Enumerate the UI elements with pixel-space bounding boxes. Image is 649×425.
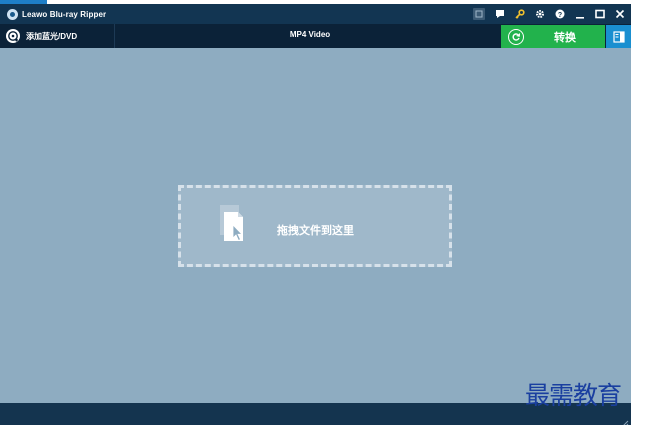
convert-label: 转换: [554, 31, 576, 44]
convert-refresh-icon: [508, 28, 524, 45]
app-window: Leawo Blu-ray Ripper ? 添加蓝光/DVD MP4 Vide…: [0, 4, 631, 425]
resize-grip-icon[interactable]: [621, 415, 629, 425]
toolbar-divider: [114, 24, 115, 48]
svg-text:?: ?: [557, 12, 561, 19]
maximize-icon[interactable]: [594, 9, 605, 20]
drag-file-icon: [220, 205, 250, 247]
file-drop-zone[interactable]: 拖拽文件到这里: [178, 185, 452, 267]
chat-icon[interactable]: [494, 9, 505, 20]
minimize-icon[interactable]: [574, 9, 585, 20]
app-logo-icon: [7, 8, 18, 20]
close-icon[interactable]: [614, 9, 625, 20]
convert-button[interactable]: 转换: [501, 25, 605, 48]
add-bluray-dvd-label: 添加蓝光/DVD: [26, 31, 78, 41]
title-bar-controls: ?: [473, 6, 625, 22]
watermark-text: 最需教育: [525, 381, 622, 410]
layout-toggle-button[interactable]: [606, 25, 631, 48]
title-bar[interactable]: Leawo Blu-ray Ripper ?: [0, 4, 631, 24]
help-icon[interactable]: ?: [554, 9, 565, 20]
add-disc-icon: [6, 29, 20, 43]
gear-icon[interactable]: [534, 9, 545, 20]
drop-zone-label: 拖拽文件到这里: [277, 225, 354, 237]
key-icon[interactable]: [514, 9, 525, 20]
window-title: Leawo Blu-ray Ripper: [22, 9, 107, 19]
output-format-selector[interactable]: MP4 Video: [270, 30, 350, 39]
add-bluray-dvd-button[interactable]: 添加蓝光/DVD: [6, 27, 77, 45]
toolbar: 添加蓝光/DVD MP4 Video 转换: [0, 24, 631, 48]
layout-icon: [612, 30, 625, 43]
menu-box-icon[interactable]: [473, 8, 485, 20]
